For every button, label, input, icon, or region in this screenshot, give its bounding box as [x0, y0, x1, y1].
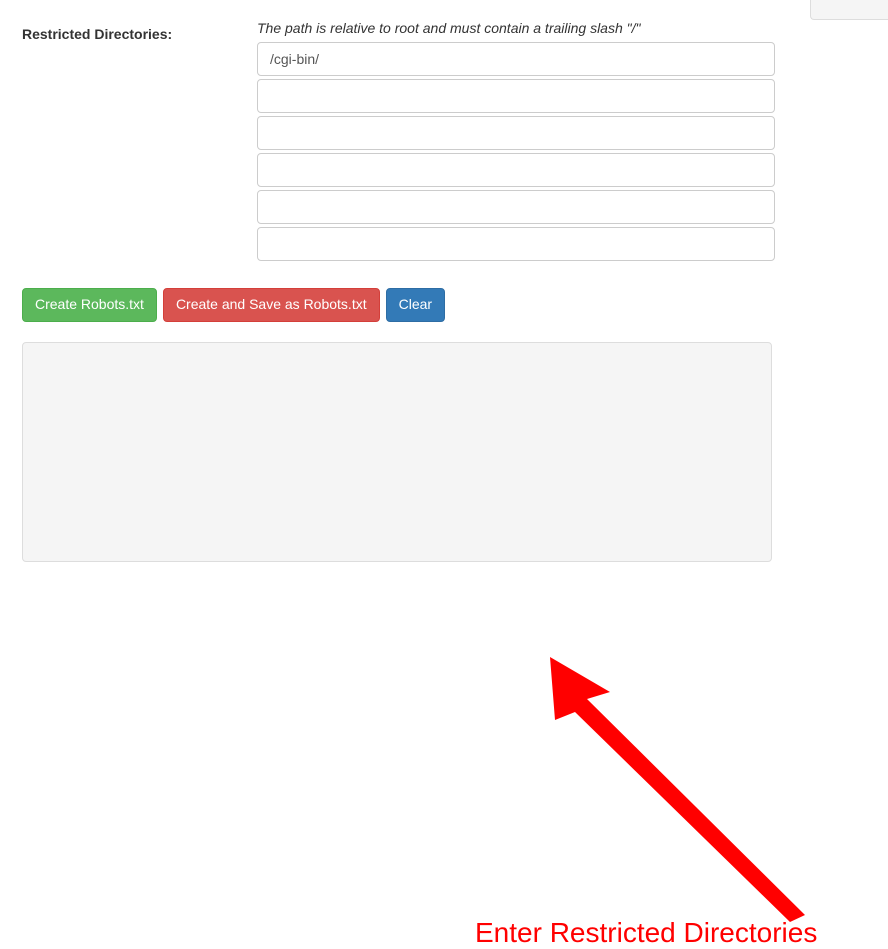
restricted-directory-input-1[interactable] [257, 42, 775, 76]
sidebar-panel-fragment [810, 0, 888, 20]
path-hint-text: The path is relative to root and must co… [257, 20, 775, 36]
output-panel [22, 342, 772, 562]
restricted-directory-input-6[interactable] [257, 227, 775, 261]
create-robots-button[interactable]: Create Robots.txt [22, 288, 157, 322]
create-save-robots-button[interactable]: Create and Save as Robots.txt [163, 288, 380, 322]
form-container: Restricted Directories: The path is rela… [0, 0, 888, 582]
restricted-directory-input-5[interactable] [257, 190, 775, 224]
restricted-directory-input-3[interactable] [257, 116, 775, 150]
button-row: Create Robots.txt Create and Save as Rob… [22, 288, 866, 322]
clear-button[interactable]: Clear [386, 288, 445, 322]
label-column: Restricted Directories: [22, 20, 257, 264]
annotation-text: Enter Restricted Directories [475, 917, 817, 949]
input-column: The path is relative to root and must co… [257, 20, 775, 264]
restricted-directory-input-2[interactable] [257, 79, 775, 113]
restricted-directories-row: Restricted Directories: The path is rela… [22, 20, 866, 264]
annotation-arrow-icon [500, 657, 820, 922]
restricted-directory-input-4[interactable] [257, 153, 775, 187]
restricted-directories-label: Restricted Directories: [22, 26, 172, 42]
